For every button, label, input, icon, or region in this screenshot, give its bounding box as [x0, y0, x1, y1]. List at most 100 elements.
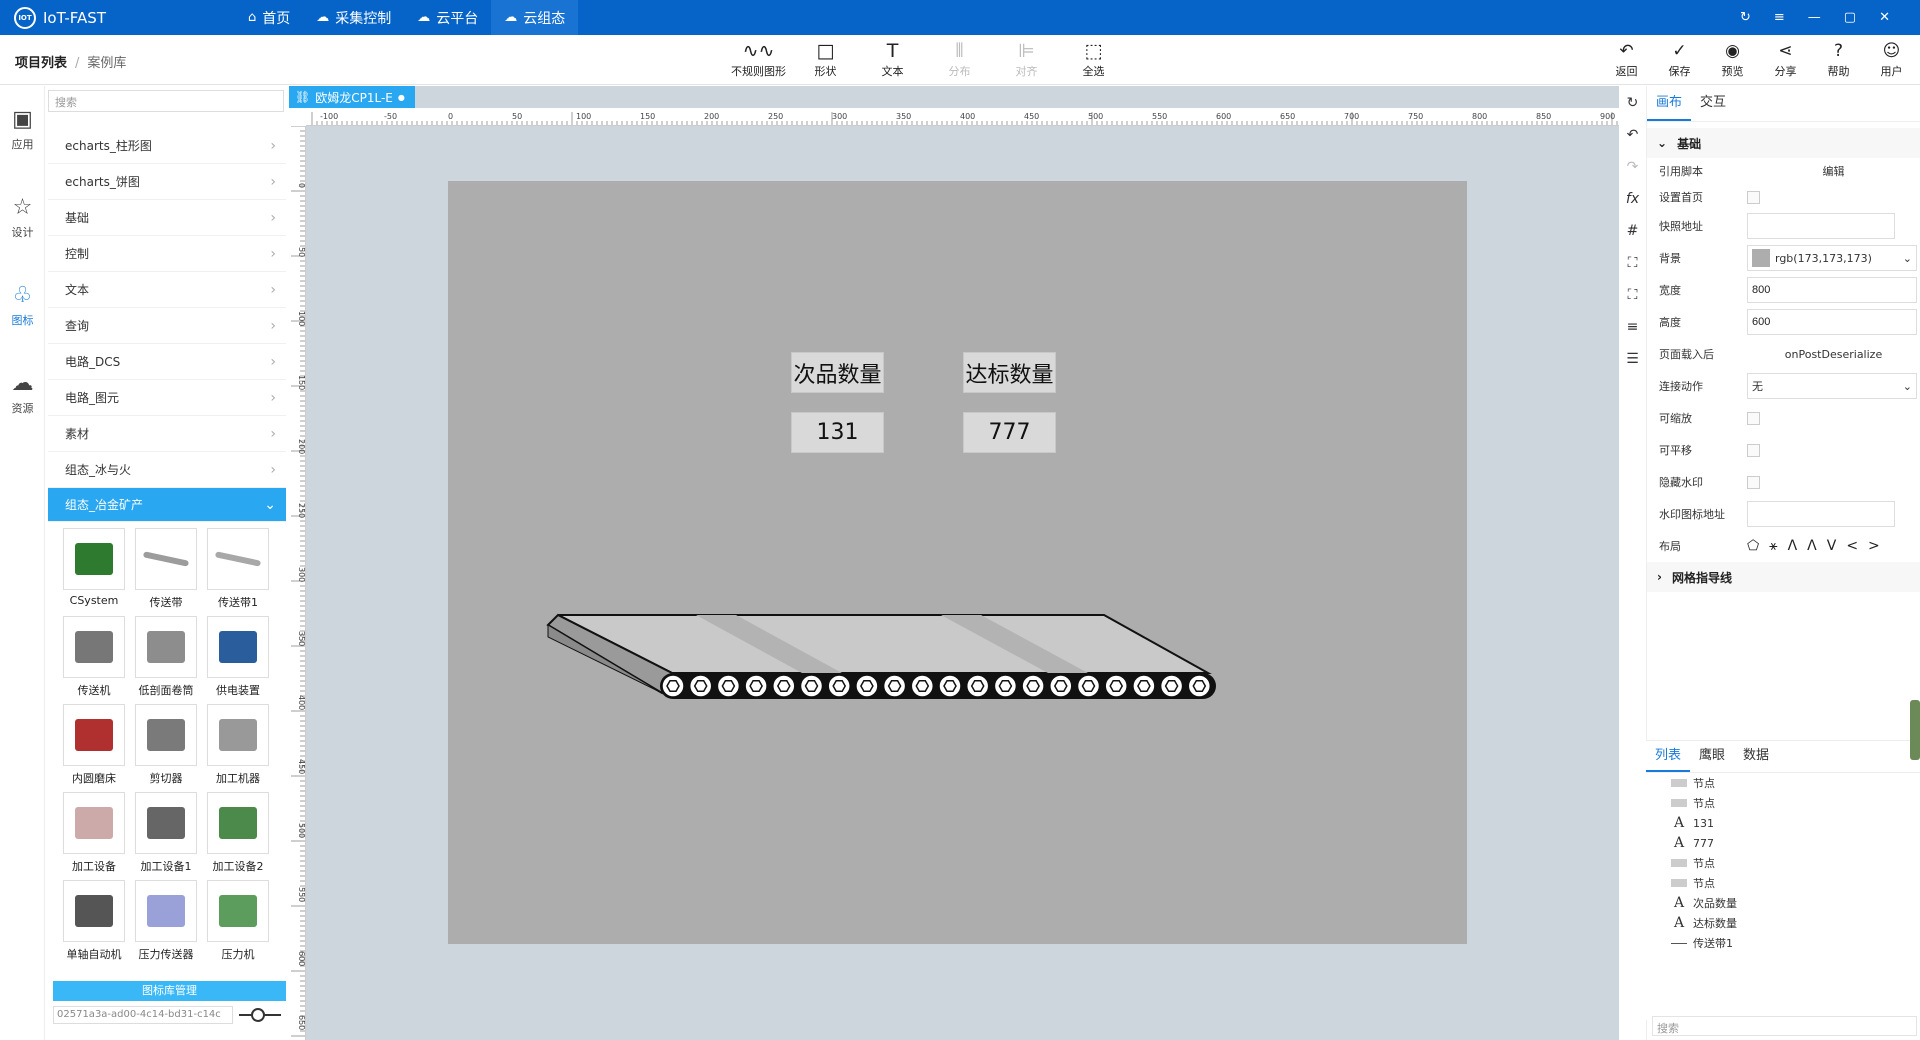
conveyor-belt[interactable] — [546, 611, 1226, 721]
tab-eagle-eye[interactable]: 鹰眼 — [1690, 741, 1734, 772]
layout-down-icon[interactable]: V — [1827, 538, 1837, 554]
tab-canvas[interactable]: 画布 — [1647, 86, 1692, 121]
defective-label-box[interactable]: 次品数量 — [791, 352, 884, 393]
function-icon[interactable]: fx — [1626, 190, 1639, 209]
library-item[interactable]: 加工设备2 — [202, 792, 274, 876]
fit-screen-icon[interactable]: ⛶ — [1628, 254, 1638, 273]
library-item[interactable]: 传送带 — [130, 528, 202, 612]
rail-icons[interactable]: ♧ 图标 — [0, 262, 45, 350]
watermark-url-input[interactable] — [1747, 501, 1895, 527]
onload-value[interactable]: onPostDeserialize — [1747, 348, 1920, 361]
undo-icon[interactable]: ↶ — [1627, 126, 1639, 145]
document-tab[interactable]: ⛓ 欧姆龙CP1L-E ● — [289, 86, 415, 108]
zoom-slider[interactable] — [239, 1008, 281, 1022]
panel-handle[interactable] — [1910, 700, 1920, 760]
library-item[interactable]: 传送机 — [58, 616, 130, 700]
category-item[interactable]: echarts_饼图 › — [48, 164, 286, 200]
link-action-select[interactable]: 无 ⌄ — [1747, 373, 1917, 399]
layout-right-icon[interactable]: > — [1868, 538, 1880, 554]
align-button[interactable]: ⊫ 对齐 — [993, 40, 1060, 80]
nav-collect-control[interactable]: ☁ 采集控制 — [303, 0, 404, 35]
layer-node[interactable]: 节点 — [1646, 773, 1920, 793]
category-item[interactable]: 素材 › — [48, 416, 286, 452]
layer-node[interactable]: A 次品数量 — [1646, 893, 1920, 913]
layer-search-input[interactable]: 搜索 — [1652, 1016, 1917, 1036]
qualified-label-box[interactable]: 达标数量 — [963, 352, 1056, 393]
grid-icon[interactable]: # — [1627, 222, 1639, 241]
breadcrumb-root[interactable]: 项目列表 — [15, 56, 67, 71]
maximize-icon[interactable]: ▢ — [1844, 10, 1856, 25]
layout-pentagon-icon[interactable]: ⬠ — [1747, 538, 1759, 554]
category-item[interactable]: 组态_冰与火 › — [48, 452, 286, 488]
distribute-button[interactable]: ⫴ 分布 — [926, 40, 993, 80]
rotate-icon[interactable]: ↻ — [1627, 94, 1639, 113]
library-item[interactable]: CSystem — [58, 528, 130, 612]
layer-node[interactable]: A 131 — [1646, 813, 1920, 833]
section-basic[interactable]: ⌄ 基础 — [1647, 128, 1920, 158]
library-item[interactable]: 压力机 — [202, 880, 274, 964]
layout-tree-icon[interactable]: Ʌ — [1788, 538, 1798, 554]
layout-up-icon[interactable]: Ʌ — [1807, 538, 1817, 554]
rail-apps[interactable]: ▣ 应用 — [0, 86, 45, 174]
library-item[interactable]: 单轴自动机 — [58, 880, 130, 964]
set-home-checkbox[interactable] — [1747, 190, 1760, 204]
minimize-icon[interactable]: — — [1808, 10, 1821, 25]
tab-interaction[interactable]: 交互 — [1691, 86, 1735, 121]
layout-left-icon[interactable]: < — [1846, 538, 1858, 554]
nav-cloud-config[interactable]: ☁ 云组态 — [491, 0, 579, 35]
library-item[interactable]: 供电装置 — [202, 616, 274, 700]
nav-cloud-platform[interactable]: ☁ 云平台 — [404, 0, 491, 35]
app-logo[interactable]: IOT IoT-FAST — [14, 0, 106, 35]
text-button[interactable]: T 文本 — [859, 40, 926, 80]
snapshot-url-input[interactable] — [1747, 213, 1895, 239]
section-grid[interactable]: › 网格指导线 — [1647, 562, 1920, 592]
layout-star-icon[interactable]: ⚹ — [1769, 538, 1777, 554]
category-item[interactable]: 文本 › — [48, 272, 286, 308]
library-item[interactable]: 压力传送器 — [130, 880, 202, 964]
layer-node[interactable]: 传送带1 — [1646, 933, 1920, 953]
user-button[interactable]: ☺ 用户 — [1865, 40, 1918, 80]
pannable-checkbox[interactable] — [1747, 443, 1760, 457]
shape-button[interactable]: □ 形状 — [792, 40, 859, 80]
save-button[interactable]: ✓ 保存 — [1653, 40, 1706, 80]
library-manage-button[interactable]: 图标库管理 — [53, 981, 286, 1001]
redo-icon[interactable]: ↷ — [1627, 158, 1639, 177]
help-button[interactable]: ? 帮助 — [1812, 40, 1865, 80]
layer-node[interactable]: 节点 — [1646, 873, 1920, 893]
nav-home[interactable]: ⌂ 首页 — [235, 0, 303, 35]
rail-design[interactable]: ☆ 设计 — [0, 174, 45, 262]
layer-node[interactable]: A 达标数量 — [1646, 913, 1920, 933]
library-item[interactable]: 加工设备1 — [130, 792, 202, 876]
library-item[interactable]: 加工机器 — [202, 704, 274, 788]
width-input[interactable] — [1747, 277, 1917, 303]
background-select[interactable]: rgb(173,173,173) ⌄ — [1747, 245, 1917, 271]
category-item[interactable]: 控制 › — [48, 236, 286, 272]
qualified-value-box[interactable]: 777 — [963, 412, 1056, 453]
refresh-icon[interactable]: ↻ — [1740, 10, 1751, 25]
menu-icon[interactable]: ≡ — [1774, 10, 1785, 25]
edit-script-link[interactable]: 编辑 — [1747, 163, 1920, 179]
actual-size-icon[interactable]: ⛶ — [1628, 286, 1638, 305]
category-item[interactable]: 电路_图元 › — [48, 380, 286, 416]
layer-node[interactable]: A 777 — [1646, 833, 1920, 853]
select-all-button[interactable]: ⬚ 全选 — [1060, 40, 1127, 80]
category-item[interactable]: 基础 › — [48, 200, 286, 236]
layer-node[interactable]: 节点 — [1646, 793, 1920, 813]
design-stage[interactable]: 次品数量 达标数量 131 777 — [448, 181, 1467, 944]
library-item[interactable]: 内圆磨床 — [58, 704, 130, 788]
indent-icon[interactable]: ☰ — [1626, 350, 1639, 369]
library-item[interactable]: 传送带1 — [202, 528, 274, 612]
hide-watermark-checkbox[interactable] — [1747, 475, 1760, 489]
preview-button[interactable]: ◉ 预览 — [1706, 40, 1759, 80]
layer-node[interactable]: 节点 — [1646, 853, 1920, 873]
height-input[interactable] — [1747, 309, 1917, 335]
category-item[interactable]: echarts_柱形图 › — [48, 128, 286, 164]
close-icon[interactable]: ✕ — [1879, 10, 1890, 25]
library-id-field[interactable]: 02571a3a-ad00-4c14-bd31-c14c — [53, 1006, 233, 1024]
tab-list[interactable]: 列表 — [1646, 741, 1691, 772]
category-item[interactable]: 电路_DCS › — [48, 344, 286, 380]
library-search-input[interactable]: 搜索 — [48, 90, 284, 112]
library-item[interactable]: 剪切器 — [130, 704, 202, 788]
share-button[interactable]: ⋖ 分享 — [1759, 40, 1812, 80]
category-item-open[interactable]: 组态_冶金矿产 ⌄ — [48, 488, 286, 522]
